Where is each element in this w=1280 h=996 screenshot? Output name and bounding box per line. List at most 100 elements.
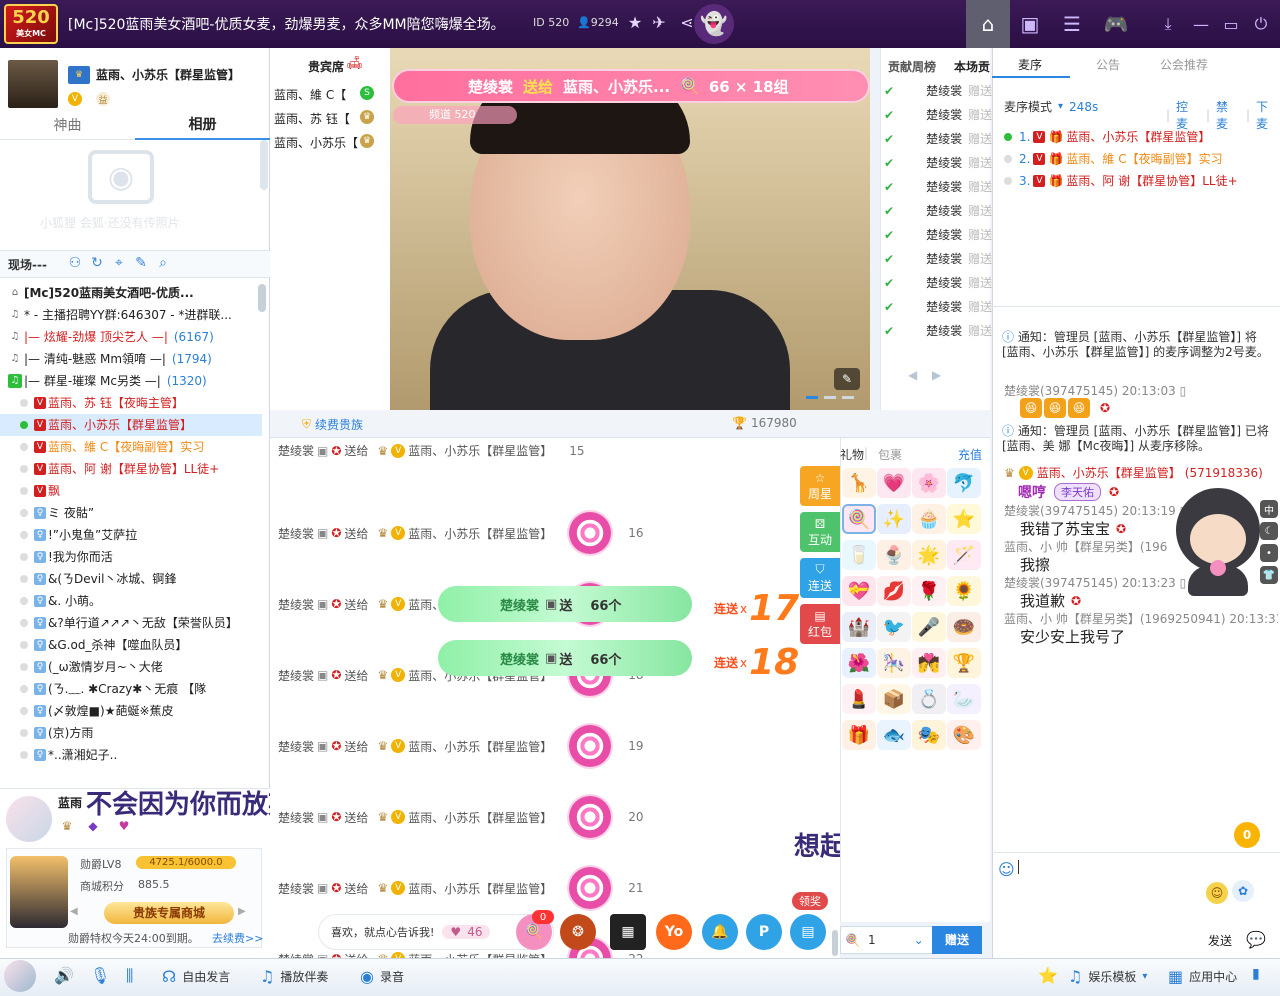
power-icon[interactable]: ⏻	[1246, 0, 1276, 48]
gift-item-icon[interactable]: 💋	[877, 576, 911, 606]
tab-gifts[interactable]: 礼物	[840, 446, 864, 463]
guest-name[interactable]: 蓝雨、小苏乐【	[274, 134, 358, 151]
tree-item[interactable]: ♀ &. 小萌。	[0, 590, 262, 612]
play-music-button[interactable]: ♫ 播放伴奏	[260, 966, 328, 986]
chat-scrollbar[interactable]	[832, 930, 838, 956]
send-gift-button[interactable]: 赠送	[932, 926, 982, 954]
like-counter[interactable]: ♥ 46	[442, 925, 491, 939]
tree-item[interactable]: ♀ !”小鬼鱼”艾萨拉	[0, 524, 262, 546]
my-avatar[interactable]	[6, 796, 52, 842]
task-button[interactable]: ▤	[790, 914, 826, 950]
gift-item-icon[interactable]: 🐟	[877, 720, 911, 750]
gift-item-icon[interactable]: 🎠	[877, 648, 911, 678]
minimize-button[interactable]: —	[1186, 0, 1216, 48]
home-button[interactable]: ⌂	[966, 0, 1010, 48]
ban-mic-link[interactable]: 禁麦	[1216, 98, 1240, 132]
tab-guild-recommend[interactable]: 公会推荐	[1160, 56, 1208, 73]
contribution-row[interactable]: ✔ 楚绫裳 赠送	[884, 154, 992, 171]
next-arrow-icon[interactable]: ▶	[238, 906, 246, 917]
tree-item[interactable]: ♀ !我为你而活	[0, 546, 262, 568]
queue-item[interactable]: 3. V 🎁 蓝雨、阿 谢【群星协管】LL徒+	[1004, 172, 1238, 189]
chat-bubble-icon[interactable]: 💬	[1246, 930, 1266, 949]
tab-album[interactable]: 相册	[135, 112, 270, 140]
notification-badge[interactable]: 0	[1234, 822, 1260, 848]
gift-item-icon[interactable]: 🐬	[947, 468, 981, 498]
tree-item[interactable]: V飘	[0, 480, 262, 502]
contribution-row[interactable]: ✔ 楚绫裳 赠送	[884, 250, 992, 267]
free-speak-button[interactable]: ☊ 自由发言	[162, 966, 230, 986]
claim-reward-badge[interactable]: 领奖	[792, 892, 828, 910]
queue-item[interactable]: 1. V 🎁 蓝雨、小苏乐【群星监管】	[1004, 128, 1210, 145]
gift-item-icon[interactable]: 🎭	[912, 720, 946, 750]
app-center-button[interactable]: ▦ 应用中心	[1168, 966, 1237, 986]
tree-item[interactable]: ♫ |— 群星-璀璨 Mc另类 —| (1320)	[0, 370, 262, 392]
tree-item[interactable]: ♀ ミ 夜骷”	[0, 502, 262, 524]
treasure-button[interactable]: ▦	[610, 914, 646, 950]
gift-item-icon[interactable]: ✨	[877, 504, 911, 534]
next-page-icon[interactable]: ▶	[932, 368, 941, 382]
gift-item-icon[interactable]: 🌹	[912, 576, 946, 606]
gift-item-icon[interactable]: 🌟	[912, 540, 946, 570]
tab-package[interactable]: 包裹	[878, 446, 902, 463]
contribution-row[interactable]: ✔ 楚绫裳 赠送	[884, 82, 992, 99]
my-mini-avatar[interactable]	[4, 960, 36, 992]
remove-mic-link[interactable]: 下麦	[1256, 98, 1280, 132]
tree-item[interactable]: ♀ &?单行道↗↗↗丶无敌【荣誉队员】	[0, 612, 262, 634]
contribution-row[interactable]: ✔ 楚绫裳 赠送	[884, 226, 992, 243]
chat-input[interactable]	[1008, 858, 1198, 918]
speaker-icon[interactable]: 🔊	[54, 966, 74, 985]
gift-item-icon[interactable]: 💝	[842, 576, 876, 606]
plane-icon[interactable]: ✈	[648, 10, 670, 34]
edit-list-icon[interactable]: ✎	[132, 254, 150, 272]
gift-item-icon[interactable]: 🌻	[947, 576, 981, 606]
gift-item-icon[interactable]: 🍩	[947, 612, 981, 642]
contribution-row[interactable]: ✔ 楚绫裳 赠送	[884, 274, 992, 291]
album-scrollbar[interactable]	[260, 140, 268, 190]
gift-item-icon[interactable]: 🎨	[947, 720, 981, 750]
yo-button[interactable]: Yo	[656, 914, 692, 950]
renew-noble-button[interactable]: ⛨ 续费贵族	[302, 416, 363, 433]
tree-item[interactable]: ♫ * - 主播招聘YY群:646307 - *进群联...	[0, 304, 262, 326]
list-button[interactable]: ☰	[1050, 0, 1094, 48]
side-tab-weekly-star[interactable]: ☆ 周星	[800, 466, 840, 506]
refresh-icon[interactable]: ↻	[88, 254, 106, 272]
contribution-row[interactable]: ✔ 楚绫裳 赠送	[884, 298, 992, 315]
guest-name[interactable]: 蓝雨、苏 钰【	[274, 110, 350, 127]
tree-scrollbar[interactable]	[258, 284, 266, 312]
tree-item[interactable]: ♀ (ㄋ.﹏. ✱Crazy✱丶无痕 【隊	[0, 678, 262, 700]
gift-item-icon[interactable]: 💗	[877, 468, 911, 498]
search-icon[interactable]: ⌕	[154, 254, 172, 272]
contribution-row[interactable]: ✔ 楚绫裳 赠送	[884, 106, 992, 123]
star-icon[interactable]: ★	[624, 10, 646, 34]
tab-session-contrib[interactable]: 本场贡	[954, 58, 990, 75]
recharge-link[interactable]: 充值	[958, 446, 982, 463]
gift-item-icon[interactable]: 🎤	[912, 612, 946, 642]
gift-item-icon[interactable]: 💍	[912, 684, 946, 714]
gift-item-icon[interactable]: 🏰	[842, 612, 876, 642]
users-icon[interactable]: ⚇	[66, 254, 84, 272]
gift-item-icon[interactable]: 🥛	[842, 540, 876, 570]
gift-item-icon[interactable]: 🧁	[912, 504, 946, 534]
smile-button[interactable]: ☺	[1206, 882, 1228, 904]
tree-item[interactable]: V 蓝雨、苏 钰【夜晦主管】	[0, 392, 262, 414]
contribution-row[interactable]: ✔ 楚绫裳 赠送	[884, 130, 992, 147]
side-tab-interact[interactable]: ⚄ 互动	[800, 512, 840, 552]
guest-name[interactable]: 蓝雨、維 C【	[274, 86, 346, 103]
gift-item-icon[interactable]: 🍨	[877, 540, 911, 570]
tab-queue[interactable]: 麦序	[1018, 56, 1042, 73]
contribution-row[interactable]: ✔ 楚绫裳 赠送	[884, 202, 992, 219]
gift-item-icon[interactable]: 🏆	[947, 648, 981, 678]
contribution-row[interactable]: ✔ 楚绫裳 赠送	[884, 322, 992, 339]
tree-item[interactable]: V 蓝雨、小苏乐【群星监管】	[0, 414, 262, 436]
entertainment-template-button[interactable]: ♫ 娱乐模板 ▾	[1068, 966, 1147, 986]
tab-songs[interactable]: 神曲	[0, 113, 135, 139]
tree-item[interactable]: ♫ |— 炫耀-劲爆 顶尖艺人 —| (6167)	[0, 326, 262, 348]
tree-item[interactable]: ⌂ [Mc]520蓝雨美女酒吧-优质...	[0, 282, 262, 304]
tree-item[interactable]: ♫ |— 清纯-魅惑 Mm領唷 —| (1794)	[0, 348, 262, 370]
gift-item-icon[interactable]: 🪄	[947, 540, 981, 570]
gift-item-icon[interactable]: 💄	[842, 684, 876, 714]
tree-item[interactable]: V 蓝雨、維 C【夜晦副管】实习	[0, 436, 262, 458]
avatar[interactable]	[8, 60, 58, 108]
gift-item-icon[interactable]: 🦢	[947, 684, 981, 714]
contribution-row[interactable]: ✔ 楚绫裳 赠送	[884, 178, 992, 195]
